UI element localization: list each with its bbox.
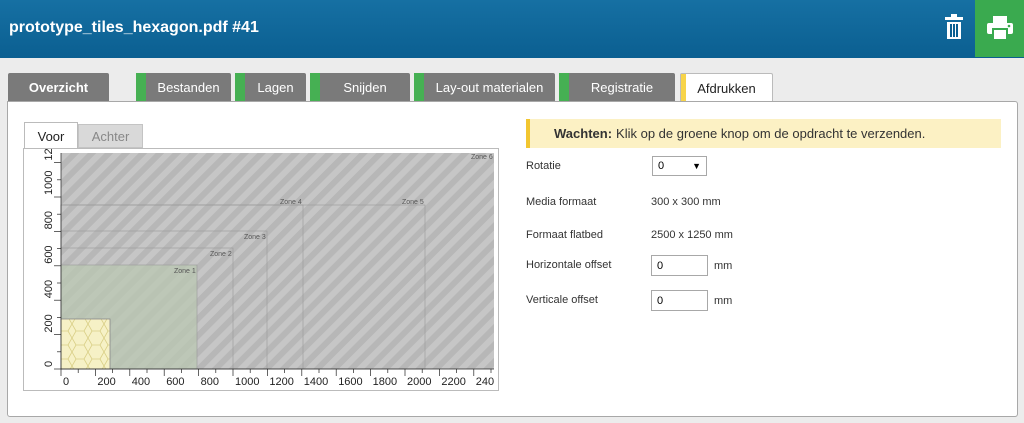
flatbed-size-label: Formaat flatbed bbox=[526, 229, 604, 241]
media-size-value: 300 x 300 mm bbox=[651, 196, 721, 208]
status-marker bbox=[559, 73, 569, 102]
x-tick-label: 2200 bbox=[441, 376, 465, 388]
rotation-label: Rotatie bbox=[526, 160, 561, 172]
tab-label: Bestanden bbox=[157, 80, 220, 95]
y-tick-label: 400 bbox=[43, 280, 55, 298]
y-tick-label: 1000 bbox=[43, 171, 55, 195]
print-button[interactable] bbox=[975, 0, 1024, 57]
y-tick-label: 0 bbox=[43, 361, 55, 367]
zone-label: Zone 5 bbox=[402, 199, 424, 206]
tab-voor[interactable]: Voor bbox=[24, 122, 78, 149]
tab-snijden[interactable]: Snijden bbox=[310, 73, 410, 102]
status-marker bbox=[310, 73, 320, 102]
horizontal-offset-unit: mm bbox=[714, 260, 733, 272]
tab-bestanden[interactable]: Bestanden bbox=[136, 73, 231, 102]
flatbed-canvas: Zone 1 Zone 2 Zone 3 Zone 4 Zone 5 Zone … bbox=[43, 149, 494, 388]
x-tick-label: 200 bbox=[97, 376, 115, 388]
tab-label: Lay-out materialen bbox=[435, 80, 544, 95]
tab-afdrukken[interactable]: Afdrukken bbox=[680, 73, 773, 103]
trash-icon[interactable] bbox=[940, 13, 968, 41]
vertical-offset-label: Verticale offset bbox=[526, 294, 598, 306]
app-header: prototype_tiles_hexagon.pdf #41 bbox=[0, 0, 1024, 58]
x-tick-label: 1000 bbox=[235, 376, 259, 388]
y-ruler: 0 200 400 600 800 1000 1200 bbox=[43, 149, 62, 370]
media-size-label: Media formaat bbox=[526, 196, 597, 208]
vertical-offset-input[interactable] bbox=[651, 290, 708, 311]
x-tick-label: 1200 bbox=[269, 376, 293, 388]
y-tick-label: 1200 bbox=[43, 149, 55, 161]
tab-label: Registratie bbox=[590, 80, 654, 95]
tab-layout-materialen[interactable]: Lay-out materialen bbox=[414, 73, 555, 102]
y-tick-label: 600 bbox=[43, 245, 55, 263]
x-tick-label: 600 bbox=[166, 376, 184, 388]
tab-label: Afdrukken bbox=[697, 81, 756, 96]
status-marker bbox=[136, 73, 146, 102]
x-tick-label: 800 bbox=[201, 376, 219, 388]
y-tick-label: 800 bbox=[43, 211, 55, 229]
y-tick-label: 200 bbox=[43, 314, 55, 332]
x-tick-label: 2000 bbox=[407, 376, 431, 388]
zone-label: Zone 2 bbox=[210, 251, 232, 258]
chevron-down-icon: ▼ bbox=[692, 161, 701, 171]
status-marker bbox=[235, 73, 245, 102]
page-title: prototype_tiles_hexagon.pdf #41 bbox=[9, 19, 259, 36]
vertical-offset-unit: mm bbox=[714, 295, 733, 307]
zone-label: Zone 6 bbox=[471, 154, 493, 161]
zone-label: Zone 1 bbox=[174, 268, 196, 275]
tab-lagen[interactable]: Lagen bbox=[235, 73, 306, 102]
x-tick-label: 0 bbox=[63, 376, 69, 388]
x-tick-label: 1400 bbox=[304, 376, 328, 388]
x-tick-label: 400 bbox=[132, 376, 150, 388]
status-notice: Wachten: Klik op de groene knop om de op… bbox=[526, 119, 1001, 148]
notice-text: Klik op de groene knop om de opdracht te… bbox=[616, 126, 926, 141]
tab-label: Snijden bbox=[343, 80, 387, 95]
rotation-value: 0 bbox=[658, 160, 665, 172]
tab-label: Overzicht bbox=[28, 80, 89, 95]
status-marker bbox=[681, 74, 686, 103]
x-tick-label: 1800 bbox=[373, 376, 397, 388]
horizontal-offset-input[interactable] bbox=[651, 255, 708, 276]
x-tick-label: 1600 bbox=[338, 376, 362, 388]
zone-label: Zone 4 bbox=[280, 199, 302, 206]
printer-icon bbox=[987, 16, 1013, 40]
tab-registratie[interactable]: Registratie bbox=[559, 73, 675, 102]
tab-overzicht[interactable]: Overzicht bbox=[8, 73, 109, 102]
status-marker bbox=[414, 73, 424, 102]
flatbed-preview[interactable]: Zone 1 Zone 2 Zone 3 Zone 4 Zone 5 Zone … bbox=[23, 148, 499, 391]
rotation-select[interactable]: 0 ▼ bbox=[652, 156, 707, 176]
media-sheet[interactable] bbox=[60, 318, 111, 370]
horizontal-offset-label: Horizontale offset bbox=[526, 259, 612, 271]
tab-achter[interactable]: Achter bbox=[78, 124, 143, 148]
x-ruler: 0 200 400 600 800 1000 1200 1400 1600 1800 2000 220… bbox=[60, 368, 494, 388]
tab-label: Lagen bbox=[257, 80, 294, 95]
zone-label: Zone 3 bbox=[244, 234, 266, 241]
flatbed-size-value: 2500 x 1250 mm bbox=[651, 229, 733, 241]
x-tick-label: 240 bbox=[476, 376, 494, 388]
notice-heading: Wachten: bbox=[554, 126, 613, 141]
